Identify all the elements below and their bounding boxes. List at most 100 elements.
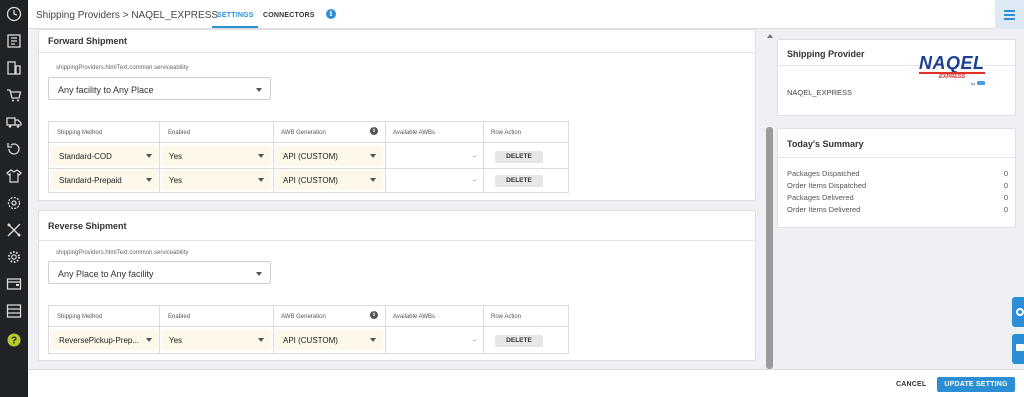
dashboard-icon[interactable] [6, 6, 22, 22]
table-header: Shipping Method Enabled AWB Generation i… [49, 122, 568, 143]
summary-value: 0 [1003, 193, 1008, 202]
awb-generation-value: API (CUSTOM) [283, 176, 338, 185]
devices-icon[interactable] [6, 60, 22, 76]
enabled-select[interactable]: Yes [161, 170, 271, 190]
settings-float-button[interactable] [1012, 297, 1024, 327]
shipping-provider-title: Shipping Provider [787, 49, 865, 59]
shipping-method-select[interactable]: Standard-Prepaid [51, 170, 158, 190]
awb-generation-select[interactable]: API (CUSTOM) [275, 330, 383, 350]
enabled-select[interactable]: Yes [161, 330, 271, 350]
divider [778, 157, 1015, 158]
forward-serviceability-select[interactable]: Any facility to Any Place [48, 77, 271, 100]
logo-wordmark: NAQEL [919, 53, 985, 73]
serviceability-label: shippingProviders.htmlText.common.servic… [56, 65, 189, 71]
tab-connectors[interactable]: CONNECTORS [263, 12, 315, 19]
col-awb-generation: AWB Generation [281, 130, 326, 136]
summary-value: 0 [1003, 205, 1008, 214]
logo-mark [977, 81, 985, 85]
enabled-value: Yes [169, 336, 183, 345]
shipping-method-select[interactable]: ReversePickup-Prep... [51, 330, 158, 350]
available-awbs-field[interactable] [387, 330, 481, 350]
returns-icon[interactable] [6, 141, 22, 157]
table-header: Shipping Method Enabled AWB Generation i… [49, 306, 568, 327]
cart-icon[interactable] [6, 87, 22, 103]
delete-button[interactable]: DELETE [495, 175, 543, 187]
top-bar: Shipping Providers > NAQEL_EXPRESS SETTI… [28, 0, 1024, 29]
bottom-action-bar: CANCEL UPDATE SETTING [28, 369, 1024, 397]
awb-generation-value: API (CUSTOM) [283, 336, 338, 345]
settings-icon[interactable] [6, 249, 22, 265]
chevron-down-icon [146, 178, 152, 182]
active-tab-underline [212, 26, 258, 28]
chevron-down-icon [370, 178, 376, 182]
summary-value: 0 [1003, 181, 1008, 190]
col-awb-generation: AWB Generation [281, 314, 326, 320]
chevron-down-icon [256, 272, 262, 276]
apparel-icon[interactable] [6, 168, 22, 184]
svg-text:?: ? [11, 336, 17, 347]
scroll-up-arrow-icon[interactable] [767, 34, 773, 38]
truck-icon[interactable] [6, 114, 22, 130]
summary-value: 0 [1003, 169, 1008, 178]
shipping-method-select[interactable]: Standard-COD [51, 146, 158, 166]
hamburger-menu-icon[interactable] [995, 0, 1024, 29]
table-row: Standard-Prepaid Yes API (CUSTOM) DELETE [49, 168, 568, 192]
summary-row-packages-dispatched: Packages Dispatched 0 [787, 169, 1008, 178]
summary-label: Order Items Dispatched [787, 181, 867, 190]
divider [39, 52, 755, 53]
delete-button[interactable]: DELETE [495, 151, 543, 163]
tab-settings[interactable]: SETTINGS [217, 12, 254, 19]
enabled-value: Yes [169, 152, 183, 161]
gear-settings-icon[interactable] [6, 195, 22, 211]
chevron-down-icon [258, 338, 264, 342]
info-icon[interactable]: i [370, 127, 378, 135]
wallet-icon[interactable] [6, 276, 22, 292]
provider-name: NAQEL_EXPRESS [787, 88, 853, 97]
chevron-down-icon [370, 338, 376, 342]
cancel-button[interactable]: CANCEL [896, 381, 926, 388]
scrollbar-thumb[interactable] [766, 127, 773, 369]
logo-by: by [971, 81, 976, 86]
shipping-provider-card: Shipping Provider NAQEL_EXPRESS NAQEL EX… [777, 39, 1016, 116]
available-awbs-field[interactable] [387, 146, 481, 166]
chevron-down-icon [146, 154, 152, 158]
summary-row-order-items-delivered: Order Items Delivered 0 [787, 205, 1008, 214]
col-enabled: Enabled [168, 314, 191, 320]
info-icon[interactable]: i [370, 311, 378, 319]
col-available-awbs: Available AWBs [393, 314, 436, 320]
provider-logo: NAQEL EXPRESS by [917, 53, 991, 89]
help-icon[interactable]: ? [6, 332, 22, 348]
forward-shipment-card: Forward Shipment shippingProviders.htmlT… [38, 29, 756, 201]
delete-button[interactable]: DELETE [495, 335, 543, 347]
info-icon[interactable]: i [326, 9, 336, 19]
left-nav-rail: ? [0, 0, 28, 397]
awb-generation-select[interactable]: API (CUSTOM) [275, 170, 383, 190]
available-awbs-field[interactable] [387, 170, 481, 190]
orders-icon[interactable] [6, 33, 22, 49]
chevron-down-icon [256, 88, 262, 92]
table-row: ReversePickup-Prep... Yes API (CUSTOM) D… [49, 328, 568, 352]
summary-label: Order Items Delivered [787, 205, 861, 214]
chat-icon [1016, 344, 1024, 351]
summary-label: Packages Dispatched [787, 169, 860, 178]
update-setting-button[interactable]: UPDATE SETTING [937, 377, 1015, 392]
serviceability-value: Any facility to Any Place [58, 85, 154, 95]
chevron-down-icon [146, 338, 152, 342]
awb-generation-value: API (CUSTOM) [283, 152, 338, 161]
chat-float-button[interactable] [1012, 334, 1024, 364]
tools-icon[interactable] [6, 222, 22, 238]
summary-label: Packages Delivered [787, 193, 854, 202]
breadcrumb: Shipping Providers > NAQEL_EXPRESS [36, 10, 219, 21]
enabled-select[interactable]: Yes [161, 146, 271, 166]
serviceability-value: Any Place to Any facility [58, 269, 154, 279]
available-awbs-value [473, 340, 476, 341]
shipping-method-value: ReversePickup-Prep... [59, 336, 140, 345]
available-awbs-value [473, 180, 476, 181]
chevron-down-icon [258, 178, 264, 182]
summary-row-order-items-dispatched: Order Items Dispatched 0 [787, 181, 1008, 190]
awb-generation-select[interactable]: API (CUSTOM) [275, 146, 383, 166]
reverse-serviceability-select[interactable]: Any Place to Any facility [48, 261, 271, 284]
col-available-awbs: Available AWBs [393, 130, 436, 136]
chevron-down-icon [258, 154, 264, 158]
reports-icon[interactable] [6, 303, 22, 319]
